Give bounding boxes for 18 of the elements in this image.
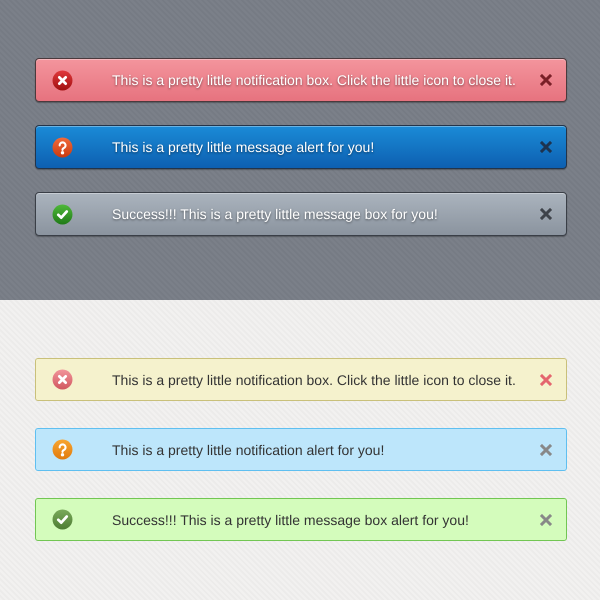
error-icon — [52, 70, 73, 90]
notification-message: Success!!! This is a pretty little message box for you! — [112, 206, 439, 222]
notification-message: This is a pretty little notification box. Click the little icon to close it. — [112, 372, 517, 388]
notification-message: Success!!! This is a pretty little message box alert for you! — [112, 512, 470, 528]
close-button[interactable] — [540, 514, 552, 526]
help-icon — [52, 439, 73, 460]
check-icon — [52, 204, 73, 224]
check-icon — [52, 509, 73, 530]
close-button[interactable] — [540, 374, 552, 386]
notification-message: This is a pretty little notification box. Click the little icon to close it. — [112, 72, 517, 88]
close-button[interactable] — [540, 141, 552, 153]
close-button[interactable] — [540, 444, 552, 456]
notification-message: This is a pretty little notification alert for you! — [112, 442, 386, 458]
close-button[interactable] — [540, 74, 552, 86]
close-button[interactable] — [540, 208, 552, 220]
help-icon — [52, 136, 73, 158]
notification-message: This is a pretty little message alert for you! — [112, 139, 376, 155]
error-icon — [52, 369, 73, 390]
